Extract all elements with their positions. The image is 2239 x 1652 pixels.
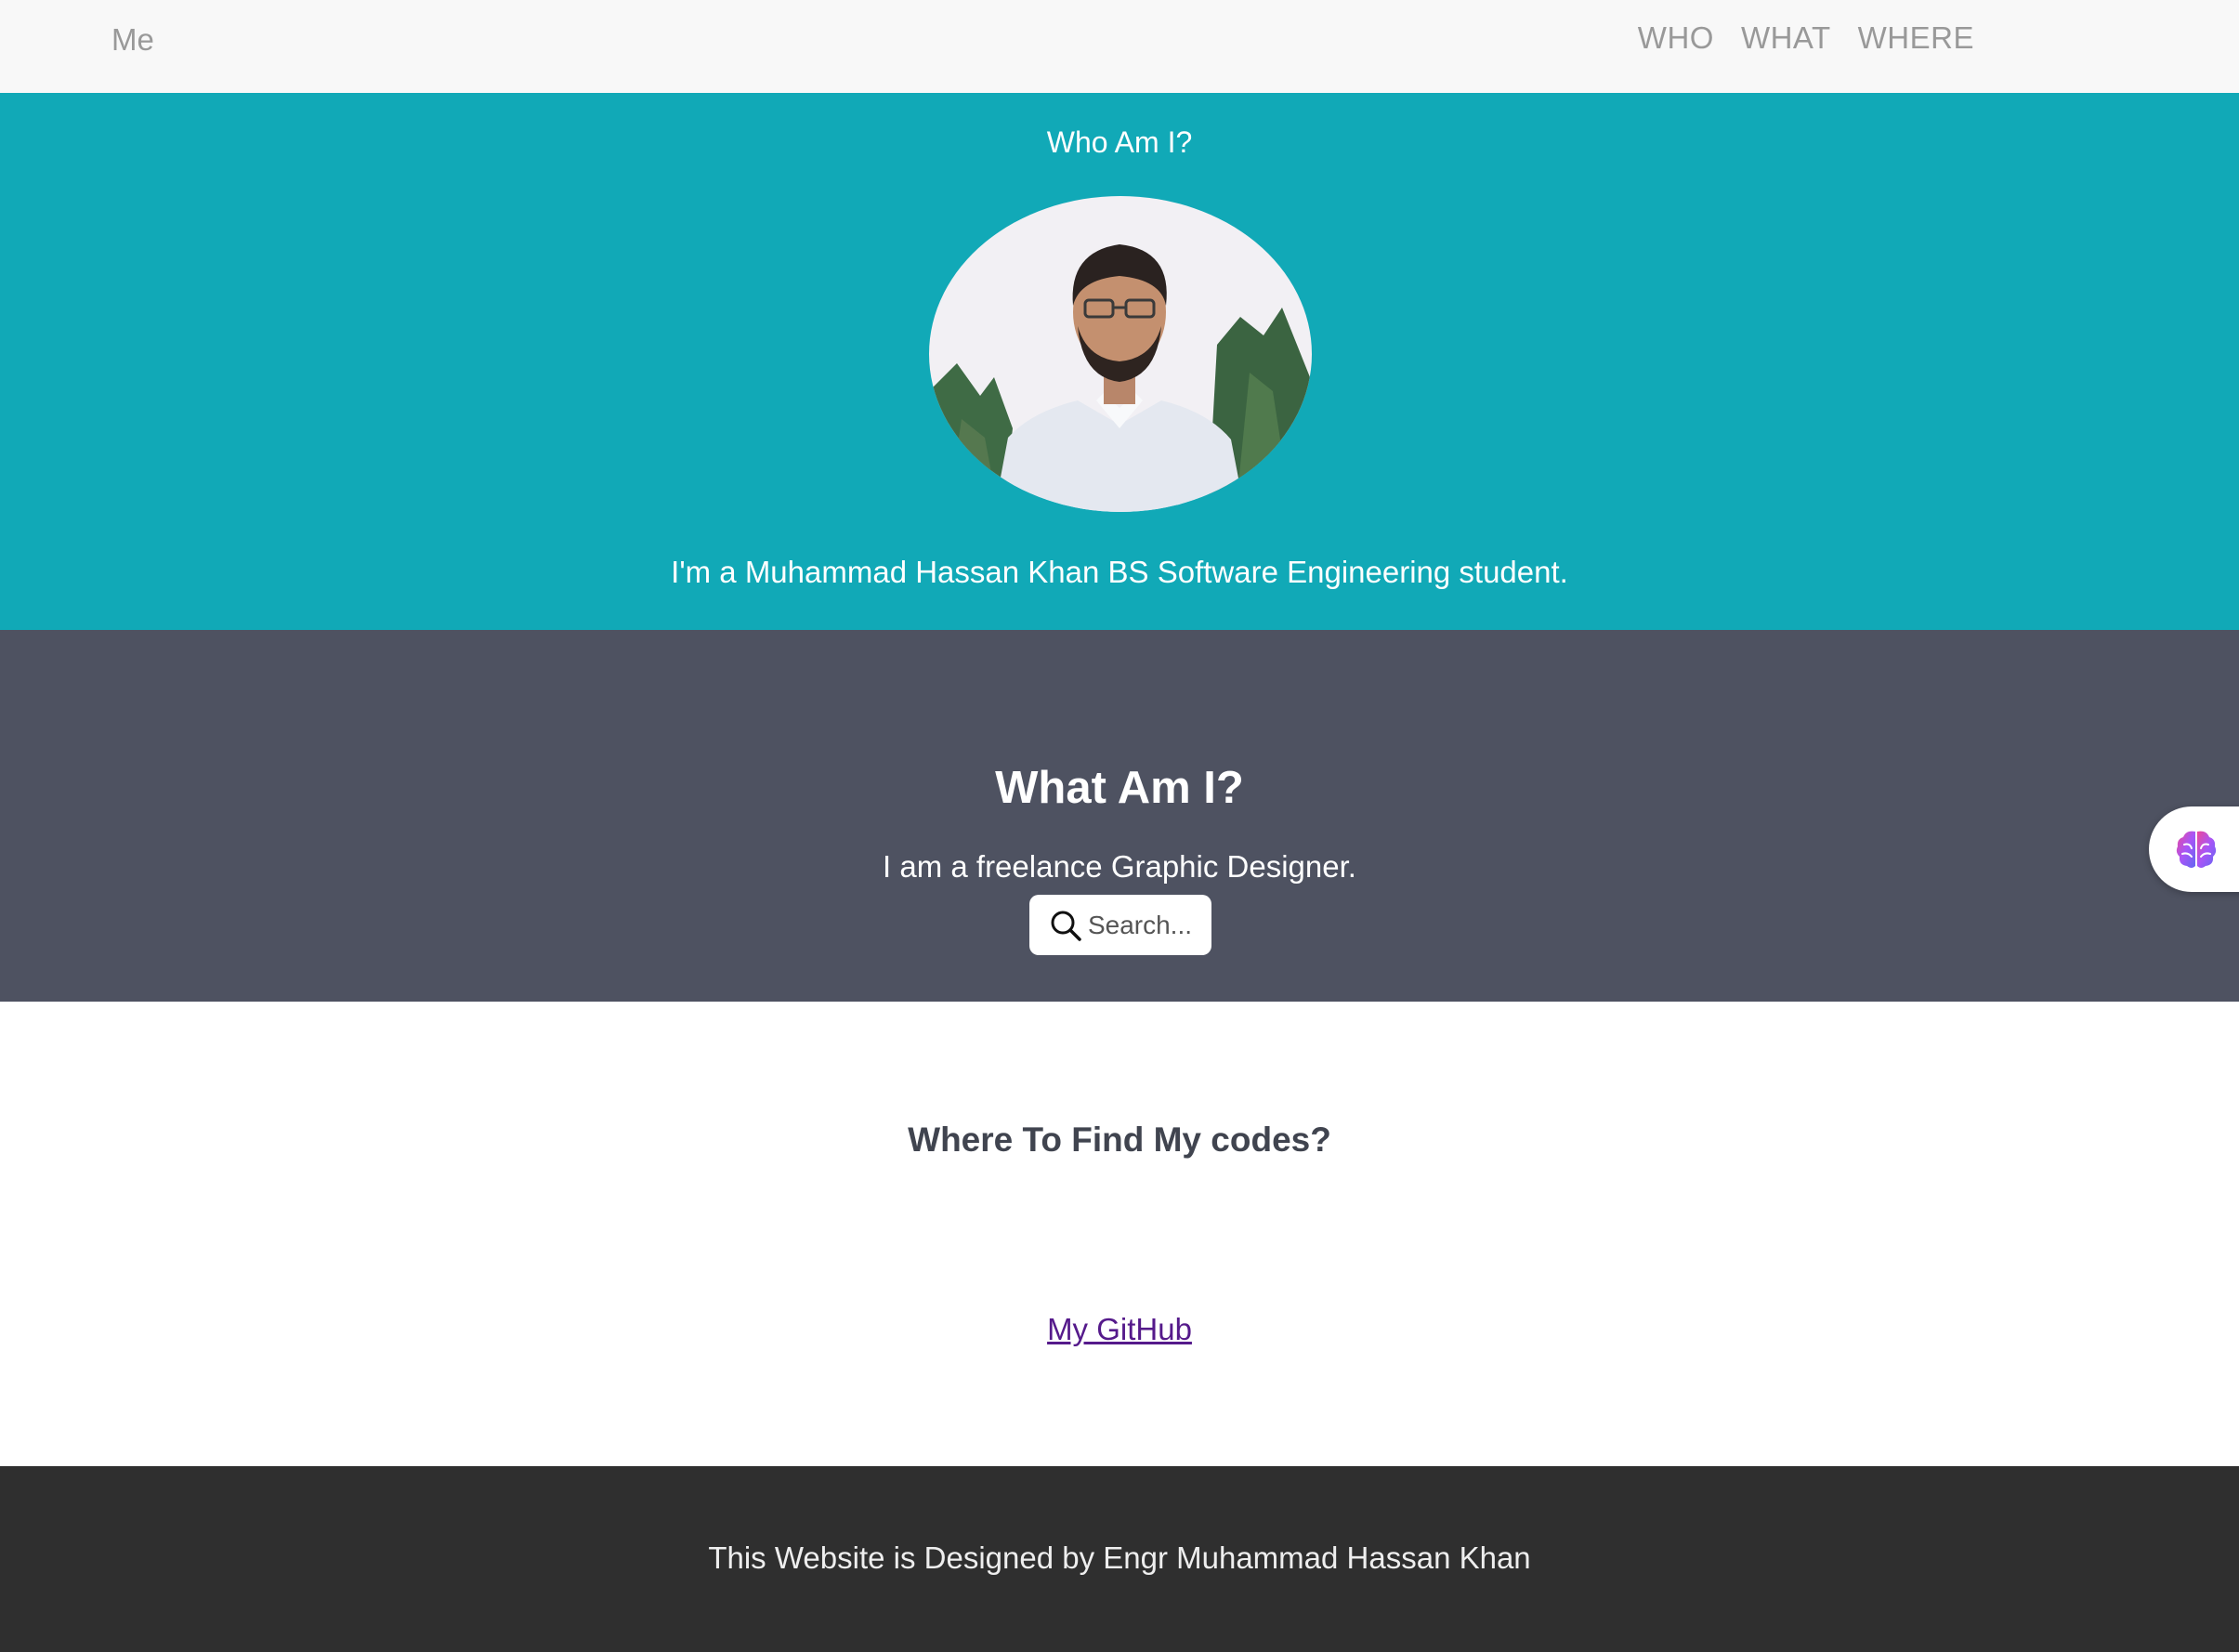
nav-link-where[interactable]: WHERE <box>1858 20 1974 56</box>
footer: This Website is Designed by Engr Muhamma… <box>0 1466 2239 1652</box>
who-title: Who Am I? <box>1046 125 1193 159</box>
who-section: Who Am I? I'm a Muhammad Hassan Khan BS … <box>0 93 2239 630</box>
assistant-widget-button[interactable] <box>2149 806 2239 892</box>
where-title: Where To Find My codes? <box>908 1121 1331 1159</box>
what-title: What Am I? <box>995 763 1244 813</box>
nav-link-what[interactable]: WHAT <box>1741 20 1831 56</box>
what-section: What Am I? I am a freelance Graphic Desi… <box>0 630 2239 1002</box>
brand-link[interactable]: Me <box>111 22 154 58</box>
search-button[interactable]: Search... <box>1029 895 1211 955</box>
what-description: I am a freelance Graphic Designer. <box>883 849 1356 884</box>
search-label: Search... <box>1087 910 1193 939</box>
nav-link-who[interactable]: WHO <box>1638 20 1714 56</box>
who-description: I'm a Muhammad Hassan Khan BS Software E… <box>671 555 1568 589</box>
nav-links: WHO WHAT WHERE <box>1638 20 1974 56</box>
brain-icon <box>2176 831 2217 868</box>
where-section: Where To Find My codes? My GitHub <box>0 1002 2239 1466</box>
github-link[interactable]: My GitHub <box>0 1312 2239 1347</box>
footer-text: This Website is Designed by Engr Muhamma… <box>708 1541 1531 1575</box>
magnifier-icon <box>1051 911 1081 941</box>
navbar: Me WHO WHAT WHERE <box>0 0 2239 93</box>
profile-photo <box>929 196 1312 512</box>
